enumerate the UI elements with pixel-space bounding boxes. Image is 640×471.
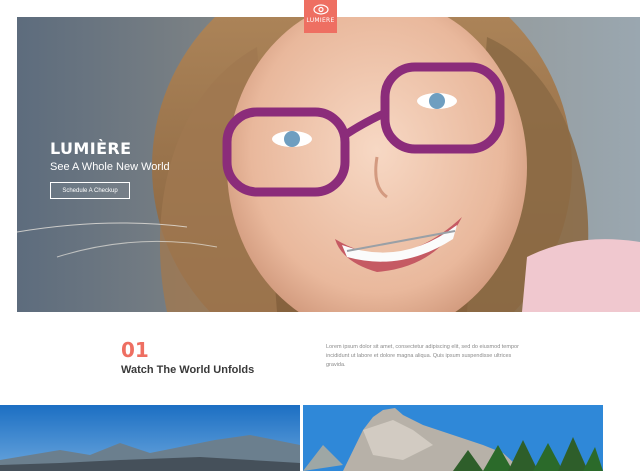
feature-number: 01 xyxy=(121,338,149,362)
feature-body: Lorem ipsum dolor sit amet, consectetur … xyxy=(326,344,519,368)
feature-title: Watch The World Unfolds xyxy=(121,364,255,376)
brand-logo[interactable]: LUMIERE xyxy=(304,0,337,33)
hero-subtitle: See A Whole New World xyxy=(50,161,170,173)
rocky-peak-image xyxy=(303,405,603,471)
gallery-image-left xyxy=(0,405,300,471)
gallery-image-right xyxy=(303,405,603,471)
eye-icon xyxy=(312,4,329,15)
hero-banner: LUMIÈRE See A Whole New World Schedule A… xyxy=(17,17,640,312)
hero-title: LUMIÈRE xyxy=(50,139,132,158)
hero-copy: LUMIÈRE See A Whole New World Schedule A… xyxy=(50,139,170,199)
mountain-image xyxy=(0,405,300,471)
logo-text: LUMIERE xyxy=(306,17,335,24)
schedule-checkup-button[interactable]: Schedule A Checkup xyxy=(50,182,130,199)
